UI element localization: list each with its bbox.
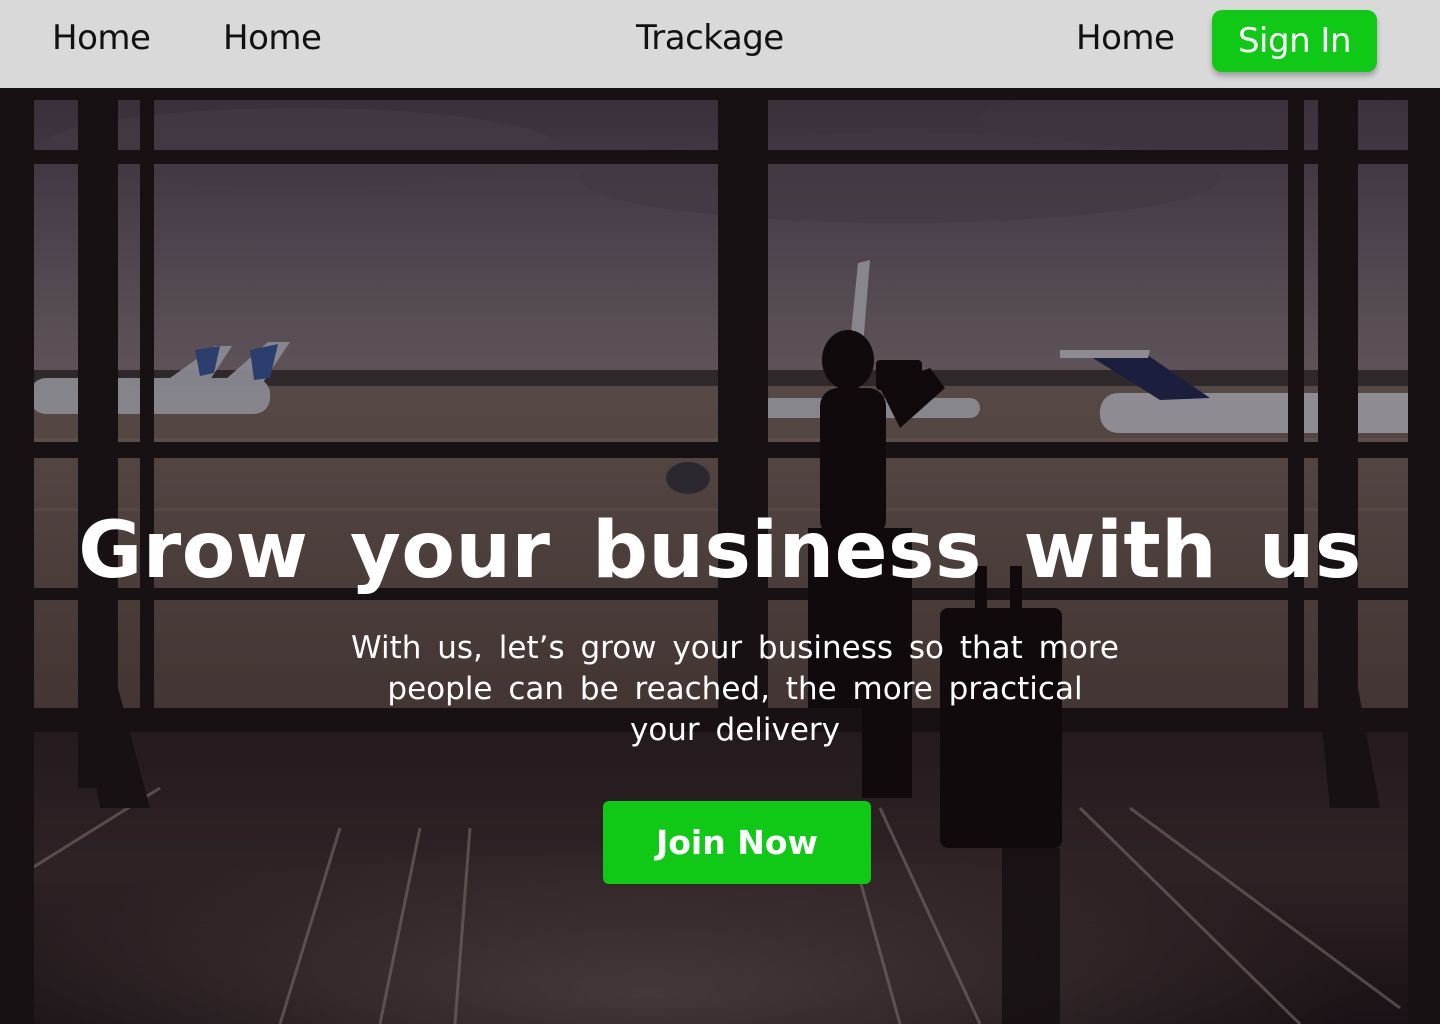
nav-link-home-1[interactable]: Home: [52, 18, 151, 58]
sign-in-button[interactable]: Sign In: [1212, 10, 1377, 72]
hero-section: Grow your business with us With us, let’…: [0, 88, 1440, 1024]
hero-title: Grow your business with us: [78, 506, 1362, 596]
brand-logo-text[interactable]: Trackage: [636, 18, 784, 58]
nav-link-home-3[interactable]: Home: [1076, 18, 1175, 58]
hero-subtitle: With us, let’s grow your business so tha…: [351, 630, 1119, 748]
top-nav-bar: Home Home Trackage Home Sign In: [0, 0, 1440, 88]
nav-link-home-2[interactable]: Home: [223, 18, 322, 58]
join-now-button[interactable]: Join Now: [603, 801, 871, 884]
landing-page: Home Home Trackage Home Sign In Grow you…: [0, 0, 1440, 1024]
